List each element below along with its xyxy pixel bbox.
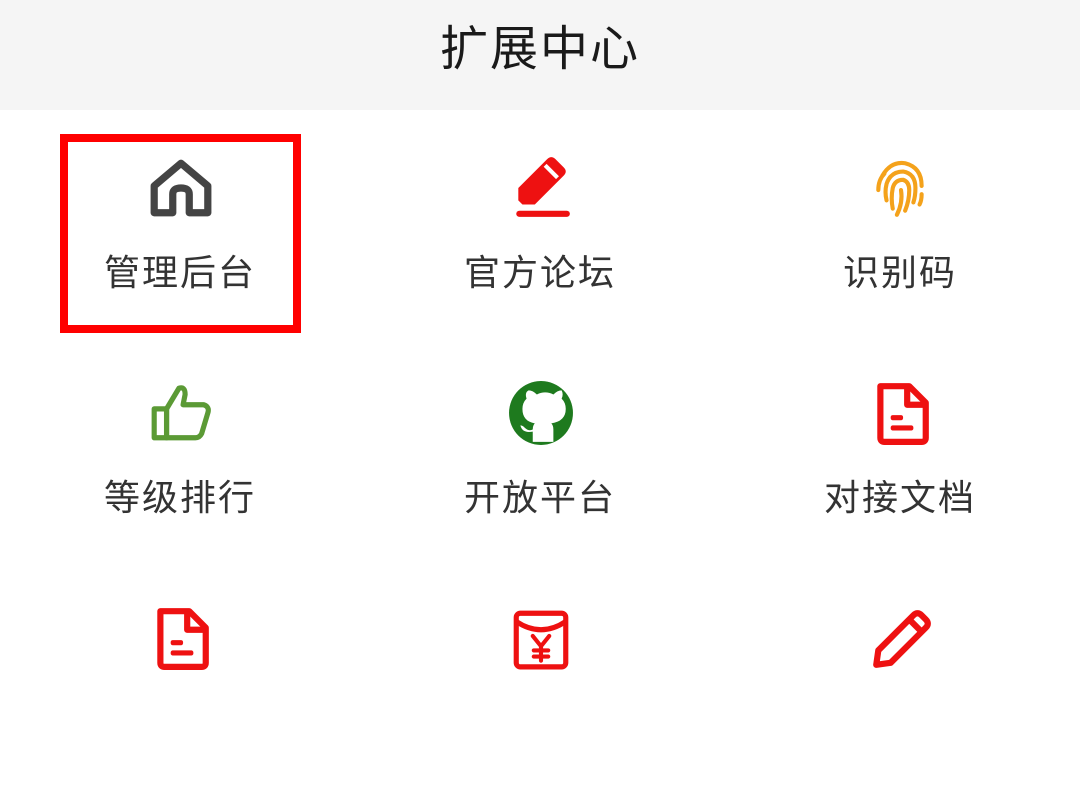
pencil-icon (868, 605, 934, 671)
grid-item-label: 等级排行 (103, 478, 256, 519)
page-header: 扩展中心 (0, 0, 1080, 110)
grid-item-open-platform[interactable]: 开放平台 (360, 335, 720, 560)
grid-item-7[interactable] (0, 560, 360, 785)
grid-item-label: 管理后台 (103, 253, 256, 294)
grid-item-9[interactable] (720, 560, 1080, 785)
grid-item-forum[interactable]: 官方论坛 (360, 110, 720, 335)
grid-item-admin[interactable]: 管理后台 (0, 110, 360, 335)
document-icon (868, 380, 934, 446)
grid-item-ranking[interactable]: 等级排行 (0, 335, 360, 560)
grid-item-label: 对接文档 (823, 478, 976, 519)
pencil-underline-icon (508, 155, 574, 221)
document-icon (148, 605, 214, 671)
grid-item-docs[interactable]: 对接文档 (720, 335, 1080, 560)
thumbs-up-icon (148, 380, 214, 446)
grid-item-label: 官方论坛 (463, 253, 616, 294)
grid-item-id-code[interactable]: 识别码 (720, 110, 1080, 335)
page-title: 扩展中心 (439, 21, 640, 77)
grid-item-label: 识别码 (842, 253, 957, 294)
grid-item-8[interactable] (360, 560, 720, 785)
red-envelope-yuan-icon (508, 605, 574, 671)
fingerprint-icon (868, 155, 934, 221)
github-icon (508, 380, 574, 446)
grid-item-label: 开放平台 (463, 478, 616, 519)
home-icon (148, 155, 214, 221)
